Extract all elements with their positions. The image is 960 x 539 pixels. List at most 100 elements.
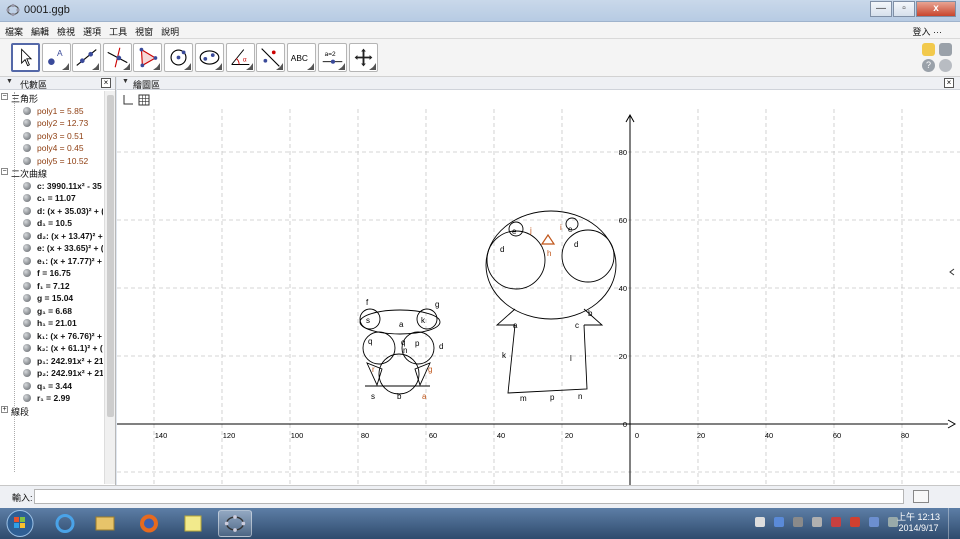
collapse-icon[interactable]: ▼ [122,78,129,85]
close-graphics-icon[interactable]: × [944,78,954,88]
firefox-taskbar-icon[interactable] [132,510,166,537]
collapse-group-icon[interactable]: − [1,93,8,100]
menu-tools[interactable]: 工具 [104,22,130,38]
algebra-item[interactable]: c: 3990.11x² - 35 [0,180,103,193]
text-tool-button[interactable]: ABC [287,43,316,72]
perpendicular-tool-button[interactable] [103,43,132,72]
algebra-item[interactable]: d₁ = 10.5 [0,217,103,230]
algebra-item[interactable]: f = 16.75 [0,267,103,280]
visibility-toggle-icon[interactable] [23,269,31,277]
notes-taskbar-icon[interactable] [176,510,210,537]
close-button[interactable]: x [916,1,956,17]
expand-group-icon[interactable]: + [1,405,8,413]
group-triangle[interactable]: − 三角形 [0,92,103,105]
circle-tool-button[interactable] [164,43,193,72]
keyboard-icon[interactable] [913,490,929,503]
visibility-toggle-icon[interactable] [23,206,31,215]
group-segment[interactable]: + 線段 [0,405,103,418]
input-field[interactable] [34,489,904,504]
move-tool-button[interactable] [11,43,40,72]
graphics-canvas[interactable]: 140 120 100 80 60 40 20 0 20 40 60 80 80… [117,109,960,485]
slider-tool-button[interactable]: a=2 [318,43,347,72]
algebra-item[interactable]: e₁: (x + 17.77)² + [0,255,103,268]
algebra-item[interactable]: p₂: 242.91x² + 21 [0,367,103,380]
algebra-item[interactable]: d: (x + 35.03)² + ( [0,205,103,218]
algebra-item[interactable]: g = 15.04 [0,292,103,305]
start-button-icon[interactable] [2,508,38,539]
polygon-tool-button[interactable] [133,43,162,72]
redo-icon[interactable] [939,43,952,56]
algebra-item[interactable]: e: (x + 33.65)² + ( [0,242,103,255]
visibility-toggle-icon[interactable] [23,381,31,390]
algebra-item[interactable]: f₁ = 7.12 [0,280,103,293]
algebra-item[interactable]: poly2 = 12.73 [0,117,103,130]
clock[interactable]: 上午 12:13 2014/9/17 [897,512,940,534]
tray-expand-icon[interactable] [755,517,765,527]
menu-file[interactable]: 檔案 [0,22,26,38]
visibility-toggle-icon[interactable] [23,369,31,377]
algebra-item[interactable]: q₁ = 3.44 [0,380,103,393]
menu-options[interactable]: 選項 [78,22,104,38]
algebra-item[interactable]: g₁ = 6.68 [0,305,103,318]
visibility-toggle-icon[interactable] [23,344,31,352]
menu-edit[interactable]: 編輯 [26,22,52,38]
visibility-toggle-icon[interactable] [23,156,31,165]
ellipse-tool-button[interactable] [195,43,224,72]
visibility-toggle-icon[interactable] [23,394,31,402]
scrollbar-thumb[interactable] [107,95,114,417]
geogebra-taskbar-icon[interactable] [218,510,252,537]
visibility-toggle-icon[interactable] [23,119,31,127]
minimize-button[interactable]: — [870,1,892,17]
collapse-icon[interactable]: ▼ [6,78,13,85]
keyboard-tray-icon[interactable] [793,517,803,527]
algebra-item[interactable]: d₂: (x + 13.47)² + [0,230,103,243]
visibility-toggle-icon[interactable] [23,106,31,115]
visibility-toggle-icon[interactable] [23,356,31,365]
menu-view[interactable]: 檢視 [52,22,78,38]
explorer-taskbar-icon[interactable] [88,510,122,537]
visibility-toggle-icon[interactable] [23,294,31,302]
algebra-item[interactable]: k₁: (x + 76.76)² + [0,330,103,343]
axes-toggle-icon[interactable] [121,93,135,107]
help-tray-icon[interactable] [774,517,784,527]
algebra-item[interactable]: poly1 = 5.85 [0,105,103,118]
algebra-item[interactable]: r₁ = 2.99 [0,392,103,405]
algebra-scrollbar[interactable] [104,91,115,484]
visibility-toggle-icon[interactable] [23,306,31,315]
visibility-toggle-icon[interactable] [23,144,31,152]
visibility-toggle-icon[interactable] [23,219,31,227]
maximize-button[interactable]: ▫ [893,1,915,17]
line-tool-button[interactable] [72,43,101,72]
antivirus-tray-icon[interactable] [850,517,860,527]
reflect-tool-button[interactable] [256,43,285,72]
visibility-toggle-icon[interactable] [23,331,31,340]
menu-help[interactable]: 說明 [156,22,182,38]
visibility-toggle-icon[interactable] [23,256,31,265]
show-desktop-button[interactable] [948,508,960,539]
ie-taskbar-icon[interactable] [48,510,82,537]
visibility-toggle-icon[interactable] [23,231,31,240]
angle-tool-button[interactable]: α [226,43,255,72]
algebra-item[interactable]: k₂: (x + 61.1)² + ( [0,342,103,355]
login-link[interactable]: 登入 ··· [913,25,943,38]
move-view-tool-button[interactable] [349,43,378,72]
algebra-item[interactable]: p₁: 242.91x² + 21 [0,355,103,368]
network-icon[interactable] [869,517,879,527]
volume-icon[interactable] [812,517,822,527]
visibility-toggle-icon[interactable] [23,244,31,252]
collapse-group-icon[interactable]: − [1,168,8,175]
visibility-toggle-icon[interactable] [23,131,31,140]
menu-window[interactable]: 視窗 [130,22,156,38]
group-conic[interactable]: − 二次曲線 [0,167,103,180]
algebra-item[interactable]: poly3 = 0.51 [0,130,103,143]
visibility-toggle-icon[interactable] [23,181,31,190]
point-tool-button[interactable]: A [42,43,71,72]
security-tray-icon[interactable] [831,517,841,527]
algebra-item[interactable]: h₁ = 21.01 [0,317,103,330]
visibility-toggle-icon[interactable] [23,281,31,290]
visibility-toggle-icon[interactable] [23,194,31,202]
algebra-item[interactable]: c₁ = 11.07 [0,192,103,205]
algebra-item[interactable]: poly5 = 10.52 [0,155,103,168]
algebra-item[interactable]: poly4 = 0.45 [0,142,103,155]
help-icon[interactable]: ? [922,59,935,72]
